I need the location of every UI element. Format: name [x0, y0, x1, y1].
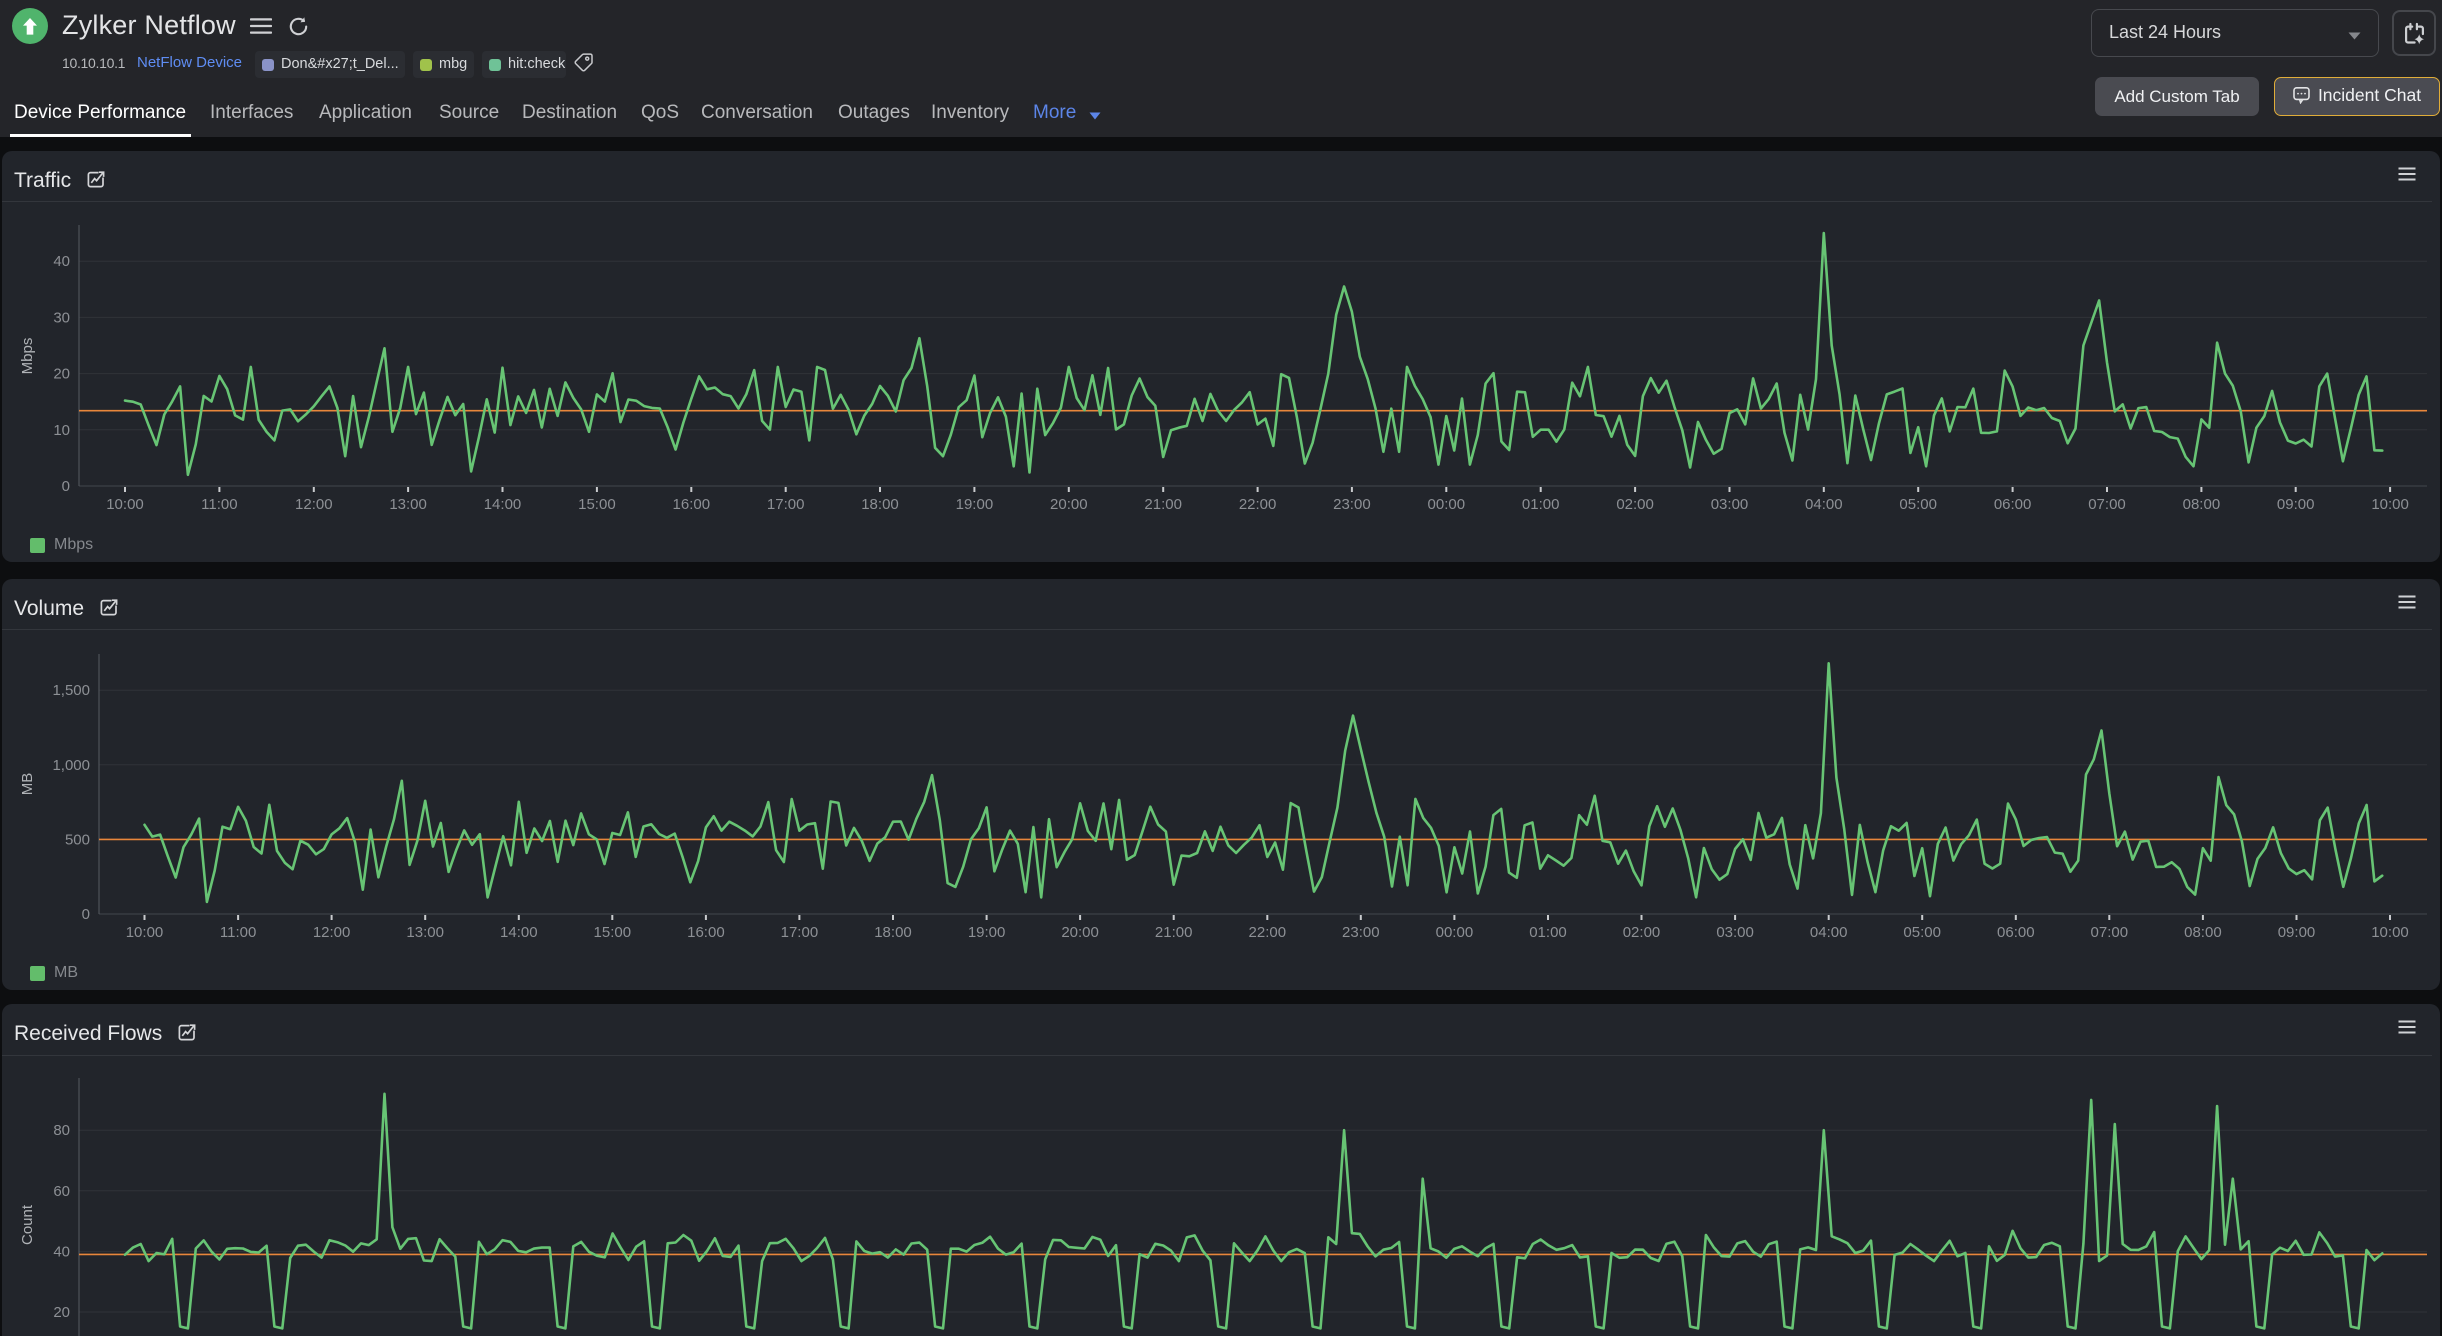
svg-text:10:00: 10:00 — [2371, 924, 2409, 941]
svg-text:05:00: 05:00 — [1899, 496, 1937, 513]
svg-text:21:00: 21:00 — [1144, 496, 1182, 513]
svg-text:01:00: 01:00 — [1522, 496, 1560, 513]
svg-text:07:00: 07:00 — [2088, 496, 2126, 513]
svg-text:03:00: 03:00 — [1711, 496, 1749, 513]
svg-text:03:00: 03:00 — [1716, 924, 1754, 941]
svg-text:20:00: 20:00 — [1050, 496, 1088, 513]
svg-text:19:00: 19:00 — [956, 496, 994, 513]
svg-text:1,000: 1,000 — [52, 757, 90, 774]
svg-text:22:00: 22:00 — [1239, 496, 1277, 513]
svg-text:08:00: 08:00 — [2184, 924, 2222, 941]
svg-text:01:00: 01:00 — [1529, 924, 1567, 941]
svg-text:10:00: 10:00 — [126, 924, 164, 941]
svg-text:04:00: 04:00 — [1805, 496, 1843, 513]
svg-text:04:00: 04:00 — [1810, 924, 1848, 941]
svg-text:14:00: 14:00 — [484, 496, 522, 513]
svg-text:09:00: 09:00 — [2278, 924, 2316, 941]
svg-text:40: 40 — [53, 1243, 70, 1260]
svg-text:19:00: 19:00 — [968, 924, 1006, 941]
svg-text:16:00: 16:00 — [687, 924, 725, 941]
svg-text:17:00: 17:00 — [781, 924, 819, 941]
svg-text:Count: Count — [19, 1204, 36, 1245]
svg-text:15:00: 15:00 — [594, 924, 632, 941]
svg-text:18:00: 18:00 — [861, 496, 899, 513]
svg-text:11:00: 11:00 — [201, 496, 237, 513]
svg-text:20: 20 — [53, 366, 70, 383]
svg-text:1,500: 1,500 — [52, 682, 90, 699]
svg-text:21:00: 21:00 — [1155, 924, 1193, 941]
svg-text:10:00: 10:00 — [2371, 496, 2409, 513]
svg-text:10: 10 — [53, 422, 70, 439]
svg-text:00:00: 00:00 — [1428, 496, 1466, 513]
svg-text:12:00: 12:00 — [313, 924, 351, 941]
svg-text:22:00: 22:00 — [1249, 924, 1287, 941]
svg-text:0: 0 — [82, 906, 90, 923]
svg-text:06:00: 06:00 — [1997, 924, 2035, 941]
svg-text:Mbps: Mbps — [19, 338, 36, 375]
svg-text:17:00: 17:00 — [767, 496, 805, 513]
svg-text:02:00: 02:00 — [1623, 924, 1661, 941]
svg-text:02:00: 02:00 — [1616, 496, 1654, 513]
svg-text:16:00: 16:00 — [673, 496, 711, 513]
svg-text:60: 60 — [53, 1183, 70, 1200]
svg-text:12:00: 12:00 — [295, 496, 333, 513]
svg-text:13:00: 13:00 — [389, 496, 427, 513]
svg-text:20:00: 20:00 — [1061, 924, 1099, 941]
svg-text:00:00: 00:00 — [1436, 924, 1474, 941]
svg-text:18:00: 18:00 — [874, 924, 912, 941]
svg-text:80: 80 — [53, 1122, 70, 1139]
svg-text:05:00: 05:00 — [1903, 924, 1941, 941]
svg-text:06:00: 06:00 — [1994, 496, 2032, 513]
svg-text:40: 40 — [53, 253, 70, 270]
svg-text:13:00: 13:00 — [406, 924, 444, 941]
svg-text:30: 30 — [53, 309, 70, 326]
svg-text:07:00: 07:00 — [2091, 924, 2129, 941]
svg-text:09:00: 09:00 — [2277, 496, 2315, 513]
svg-text:20: 20 — [53, 1304, 70, 1321]
svg-text:23:00: 23:00 — [1333, 496, 1371, 513]
svg-text:MB: MB — [19, 773, 36, 796]
svg-text:0: 0 — [62, 478, 70, 495]
svg-text:11:00: 11:00 — [220, 924, 256, 941]
svg-text:08:00: 08:00 — [2183, 496, 2221, 513]
svg-text:14:00: 14:00 — [500, 924, 538, 941]
svg-text:23:00: 23:00 — [1342, 924, 1380, 941]
svg-text:15:00: 15:00 — [578, 496, 616, 513]
svg-text:10:00: 10:00 — [106, 496, 144, 513]
svg-text:500: 500 — [65, 831, 90, 848]
